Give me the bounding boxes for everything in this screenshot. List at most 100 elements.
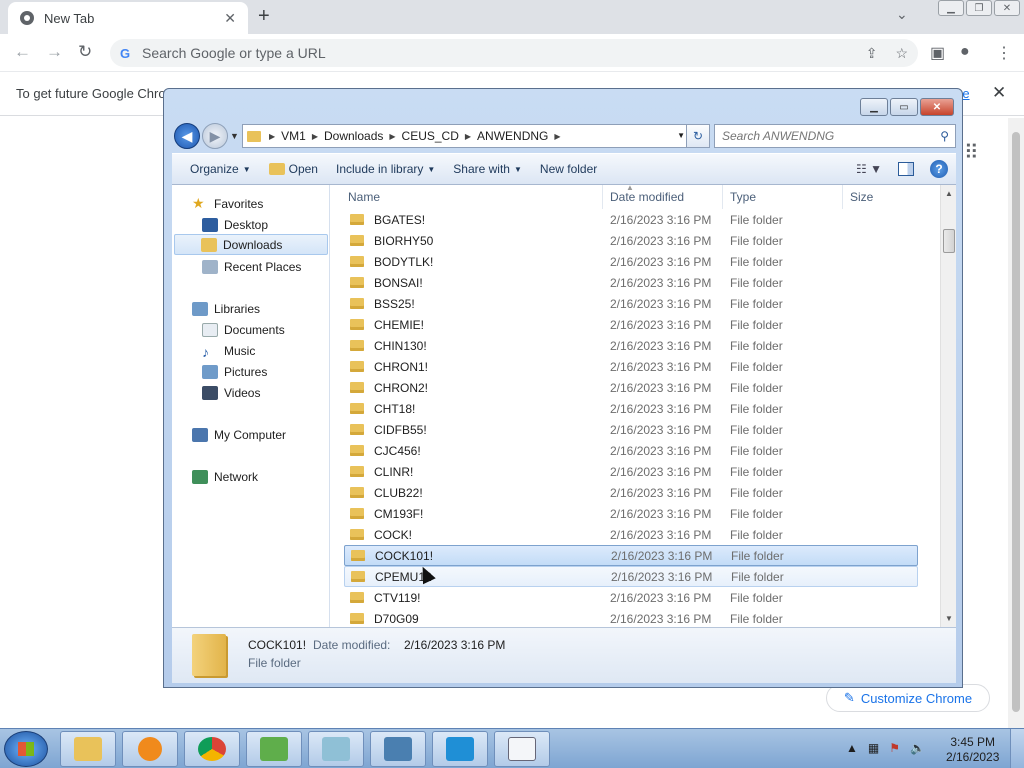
table-row[interactable]: CHEMIE! 2/16/2023 3:16 PM File folder bbox=[344, 314, 918, 335]
table-row[interactable]: BONSAI! 2/16/2023 3:16 PM File folder bbox=[344, 272, 918, 293]
tray-volume-icon[interactable]: 🔈 bbox=[910, 741, 925, 755]
breadcrumb-downloads[interactable]: Downloads bbox=[324, 129, 383, 143]
chrome-page-scrollbar[interactable] bbox=[1008, 118, 1024, 728]
nav-documents[interactable]: Documents bbox=[202, 319, 285, 340]
close-icon[interactable]: ✕ bbox=[994, 0, 1020, 16]
table-row[interactable]: COCK101! 2/16/2023 3:16 PM File folder bbox=[344, 545, 918, 566]
scroll-up-icon[interactable]: ▲ bbox=[945, 189, 953, 198]
organize-button[interactable]: Organize ▼ bbox=[190, 162, 251, 176]
nav-pictures[interactable]: Pictures bbox=[202, 361, 267, 382]
file-list-scrollbar[interactable]: ▲ ▼ bbox=[940, 185, 956, 627]
breadcrumb-anwendng[interactable]: ANWENDNG bbox=[477, 129, 548, 143]
nav-libraries[interactable]: Libraries bbox=[192, 298, 260, 319]
taskbar-clock[interactable]: 3:45 PM 2/16/2023 bbox=[946, 735, 999, 765]
taskbar-explorer[interactable] bbox=[60, 731, 116, 767]
tray-expand-icon[interactable]: ▲ bbox=[846, 741, 858, 755]
breadcrumb-chevron-icon[interactable]: ▶ bbox=[465, 132, 471, 141]
google-apps-icon[interactable]: ⠿ bbox=[964, 140, 979, 165]
taskbar-list-app[interactable] bbox=[494, 731, 550, 767]
taskbar-remote-app[interactable] bbox=[432, 731, 488, 767]
help-icon[interactable]: ? bbox=[930, 160, 948, 178]
scroll-down-icon[interactable]: ▼ bbox=[945, 614, 953, 623]
table-row[interactable]: CHIN130! 2/16/2023 3:16 PM File folder bbox=[344, 335, 918, 356]
table-row[interactable]: CTV119! 2/16/2023 3:16 PM File folder bbox=[344, 587, 918, 608]
tray-network-icon[interactable]: ▦ bbox=[868, 741, 879, 755]
recent-pages-dropdown-icon[interactable]: ▼ bbox=[230, 131, 239, 141]
dialog-maximize-icon[interactable]: ▭ bbox=[890, 98, 918, 116]
table-row[interactable]: BSS25! 2/16/2023 3:16 PM File folder bbox=[344, 293, 918, 314]
breadcrumb-chevron-icon[interactable]: ▶ bbox=[389, 132, 395, 141]
column-divider[interactable] bbox=[722, 185, 723, 209]
column-divider[interactable] bbox=[602, 185, 603, 209]
breadcrumb-chevron-icon[interactable]: ▶ bbox=[554, 132, 560, 141]
table-row[interactable]: BODYTLK! 2/16/2023 3:16 PM File folder bbox=[344, 251, 918, 272]
customize-chrome-button[interactable]: ✎ Customize Chrome bbox=[826, 684, 990, 712]
share-with-button[interactable]: Share with ▼ bbox=[453, 162, 522, 176]
table-row[interactable]: CHRON2! 2/16/2023 3:16 PM File folder bbox=[344, 377, 918, 398]
search-icon[interactable]: ⚲ bbox=[940, 129, 949, 143]
dialog-close-icon[interactable]: ✕ bbox=[920, 98, 954, 116]
reload-icon[interactable]: ↻ bbox=[78, 42, 92, 62]
column-divider[interactable] bbox=[842, 185, 843, 209]
table-row[interactable]: CIDFB55! 2/16/2023 3:16 PM File folder bbox=[344, 419, 918, 440]
column-type[interactable]: Type bbox=[730, 190, 756, 204]
table-row[interactable]: CLUB22! 2/16/2023 3:16 PM File folder bbox=[344, 482, 918, 503]
start-button[interactable] bbox=[4, 731, 48, 767]
taskbar-chrome[interactable] bbox=[184, 731, 240, 767]
breadcrumb-chevron-icon[interactable]: ▶ bbox=[269, 132, 275, 141]
table-row[interactable]: CHT18! 2/16/2023 3:16 PM File folder bbox=[344, 398, 918, 419]
new-folder-button[interactable]: New folder bbox=[540, 162, 597, 176]
nav-recent-places[interactable]: Recent Places bbox=[202, 256, 301, 277]
nav-downloads[interactable]: Downloads bbox=[174, 234, 328, 255]
taskbar-image-viewer[interactable] bbox=[370, 731, 426, 767]
forward-arrow-icon[interactable]: → bbox=[46, 42, 63, 62]
address-dropdown-icon[interactable]: ▼ bbox=[677, 131, 685, 140]
address-bar[interactable]: ▶ VM1 ▶ Downloads ▶ CEUS_CD ▶ ANWENDNG ▶… bbox=[242, 124, 692, 148]
nav-videos[interactable]: Videos bbox=[202, 382, 260, 403]
back-button-icon[interactable]: ◀ bbox=[174, 123, 200, 149]
breadcrumb-ceus-cd[interactable]: CEUS_CD bbox=[402, 129, 459, 143]
chrome-menu-icon[interactable]: ⋮ bbox=[996, 43, 1012, 63]
restore-icon[interactable]: ❐ bbox=[966, 0, 992, 16]
nav-network[interactable]: Network bbox=[192, 466, 258, 487]
column-name[interactable]: Name bbox=[348, 190, 380, 204]
taskbar-network-app[interactable] bbox=[246, 731, 302, 767]
tab-close-icon[interactable]: ✕ bbox=[224, 10, 236, 27]
share-icon[interactable]: ⇪ bbox=[866, 45, 878, 62]
refresh-icon[interactable]: ↻ bbox=[686, 124, 710, 148]
column-date-modified[interactable]: Date modified bbox=[610, 190, 684, 204]
taskbar-media-player[interactable] bbox=[122, 731, 178, 767]
forward-button-icon[interactable]: ▶ bbox=[202, 123, 228, 149]
table-row[interactable]: CM193F! 2/16/2023 3:16 PM File folder bbox=[344, 503, 918, 524]
change-view-icon[interactable]: ☷ ▼ bbox=[856, 162, 882, 176]
open-button[interactable]: Open bbox=[268, 162, 318, 176]
preview-pane-icon[interactable] bbox=[898, 162, 914, 176]
table-row[interactable]: CJC456! 2/16/2023 3:16 PM File folder bbox=[344, 440, 918, 461]
column-size[interactable]: Size bbox=[850, 190, 873, 204]
table-row[interactable]: BGATES! 2/16/2023 3:16 PM File folder bbox=[344, 209, 918, 230]
nav-music[interactable]: ♪ Music bbox=[202, 340, 255, 361]
nav-favorites[interactable]: ★ Favorites bbox=[192, 193, 263, 214]
search-box[interactable]: ⚲ bbox=[714, 124, 956, 148]
table-row[interactable]: CLINR! 2/16/2023 3:16 PM File folder bbox=[344, 461, 918, 482]
include-in-library-button[interactable]: Include in library ▼ bbox=[336, 162, 435, 176]
breadcrumb-vm1[interactable]: VM1 bbox=[281, 129, 306, 143]
bookmark-star-icon[interactable]: ☆ bbox=[895, 45, 908, 62]
scroll-thumb[interactable] bbox=[943, 229, 955, 253]
table-row[interactable]: BIORHY50 2/16/2023 3:16 PM File folder bbox=[344, 230, 918, 251]
taskbar-editor[interactable] bbox=[308, 731, 364, 767]
minimize-icon[interactable]: ▁ bbox=[938, 0, 964, 16]
side-panel-icon[interactable]: ▣ bbox=[930, 43, 945, 63]
table-row[interactable]: COCK! 2/16/2023 3:16 PM File folder bbox=[344, 524, 918, 545]
tab-search-icon[interactable]: ⌄ bbox=[896, 6, 908, 23]
breadcrumb-chevron-icon[interactable]: ▶ bbox=[312, 132, 318, 141]
table-row[interactable]: CHRON1! 2/16/2023 3:16 PM File folder bbox=[344, 356, 918, 377]
search-input[interactable] bbox=[722, 129, 932, 143]
table-row[interactable]: D70G09 2/16/2023 3:16 PM File folder bbox=[344, 608, 918, 627]
omnibox[interactable]: G Search Google or type a URL ⇪ ☆ bbox=[110, 39, 918, 67]
tab-new-tab[interactable]: New Tab ✕ bbox=[8, 2, 248, 34]
new-tab-button[interactable]: + bbox=[258, 5, 270, 28]
nav-my-computer[interactable]: My Computer bbox=[192, 424, 286, 445]
profile-avatar-icon[interactable]: ● bbox=[960, 43, 970, 61]
scroll-thumb[interactable] bbox=[1012, 132, 1020, 712]
